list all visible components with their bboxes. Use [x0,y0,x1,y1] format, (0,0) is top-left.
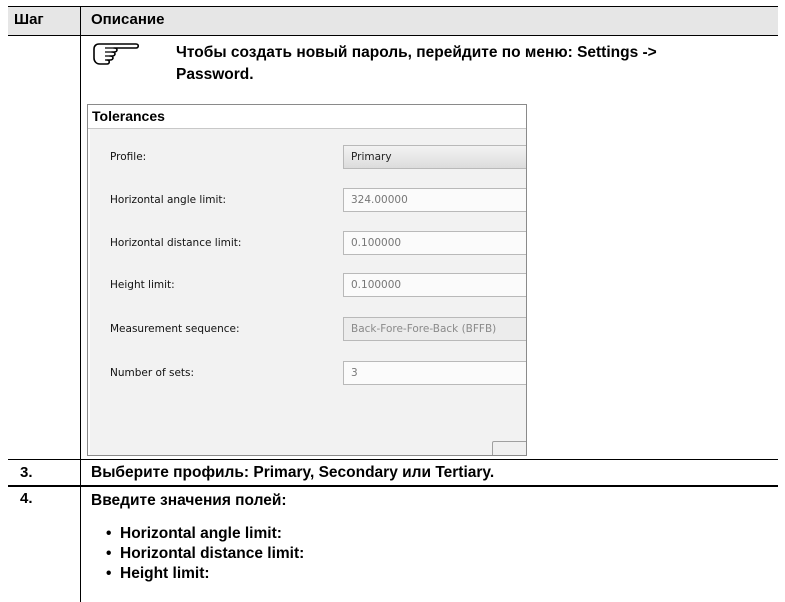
list-item: Horizontal distance limit: [106,544,304,564]
number-of-sets-label: Number of sets: [110,367,195,379]
horizontal-distance-label: Horizontal distance limit: [110,237,242,249]
step-text: Выберите профиль: Primary, Secondary или… [91,464,495,481]
dialog-button[interactable] [492,441,526,455]
step-text: Введите значения полей: [91,492,287,509]
row-divider [8,486,778,487]
profile-select[interactable]: Primary [343,145,526,169]
list-item: Height limit: [106,564,304,584]
header-description: Описание [91,11,165,28]
horizontal-angle-label: Horizontal angle limit: [110,194,227,206]
note-line-1: Чтобы создать новый пароль, перейдите по… [176,44,657,61]
step-number: 4. [20,490,33,507]
table-header: Шаг Описание [8,6,778,36]
profile-label: Profile: [110,151,147,163]
tolerances-dialog: Tolerances Profile: Primary Horizontal a… [87,104,527,456]
height-limit-input[interactable]: 0.100000 [343,273,526,297]
measurement-sequence-label: Measurement sequence: [110,323,240,335]
note-line-2: Password. [176,66,254,83]
pointing-hand-icon [93,43,140,65]
list-item: Horizontal angle limit: [106,524,304,544]
dialog-title: Tolerances [92,108,165,124]
step-number: 3. [20,464,33,481]
field-bullet-list: Horizontal angle limit: Horizontal dista… [106,524,304,584]
horizontal-angle-input[interactable]: 324.00000 [343,188,526,212]
dialog-panel: Profile: Primary Horizontal angle limit:… [90,129,526,455]
number-of-sets-input[interactable]: 3 [343,361,526,385]
height-limit-label: Height limit: [110,279,175,291]
password-note: Чтобы создать новый пароль, перейдите по… [176,42,776,86]
row-divider [8,459,778,460]
measurement-sequence-select[interactable]: Back-Fore-Fore-Back (BFFB) [343,317,526,341]
header-step: Шаг [14,11,44,28]
horizontal-distance-input[interactable]: 0.100000 [343,231,526,255]
column-divider [80,6,81,602]
